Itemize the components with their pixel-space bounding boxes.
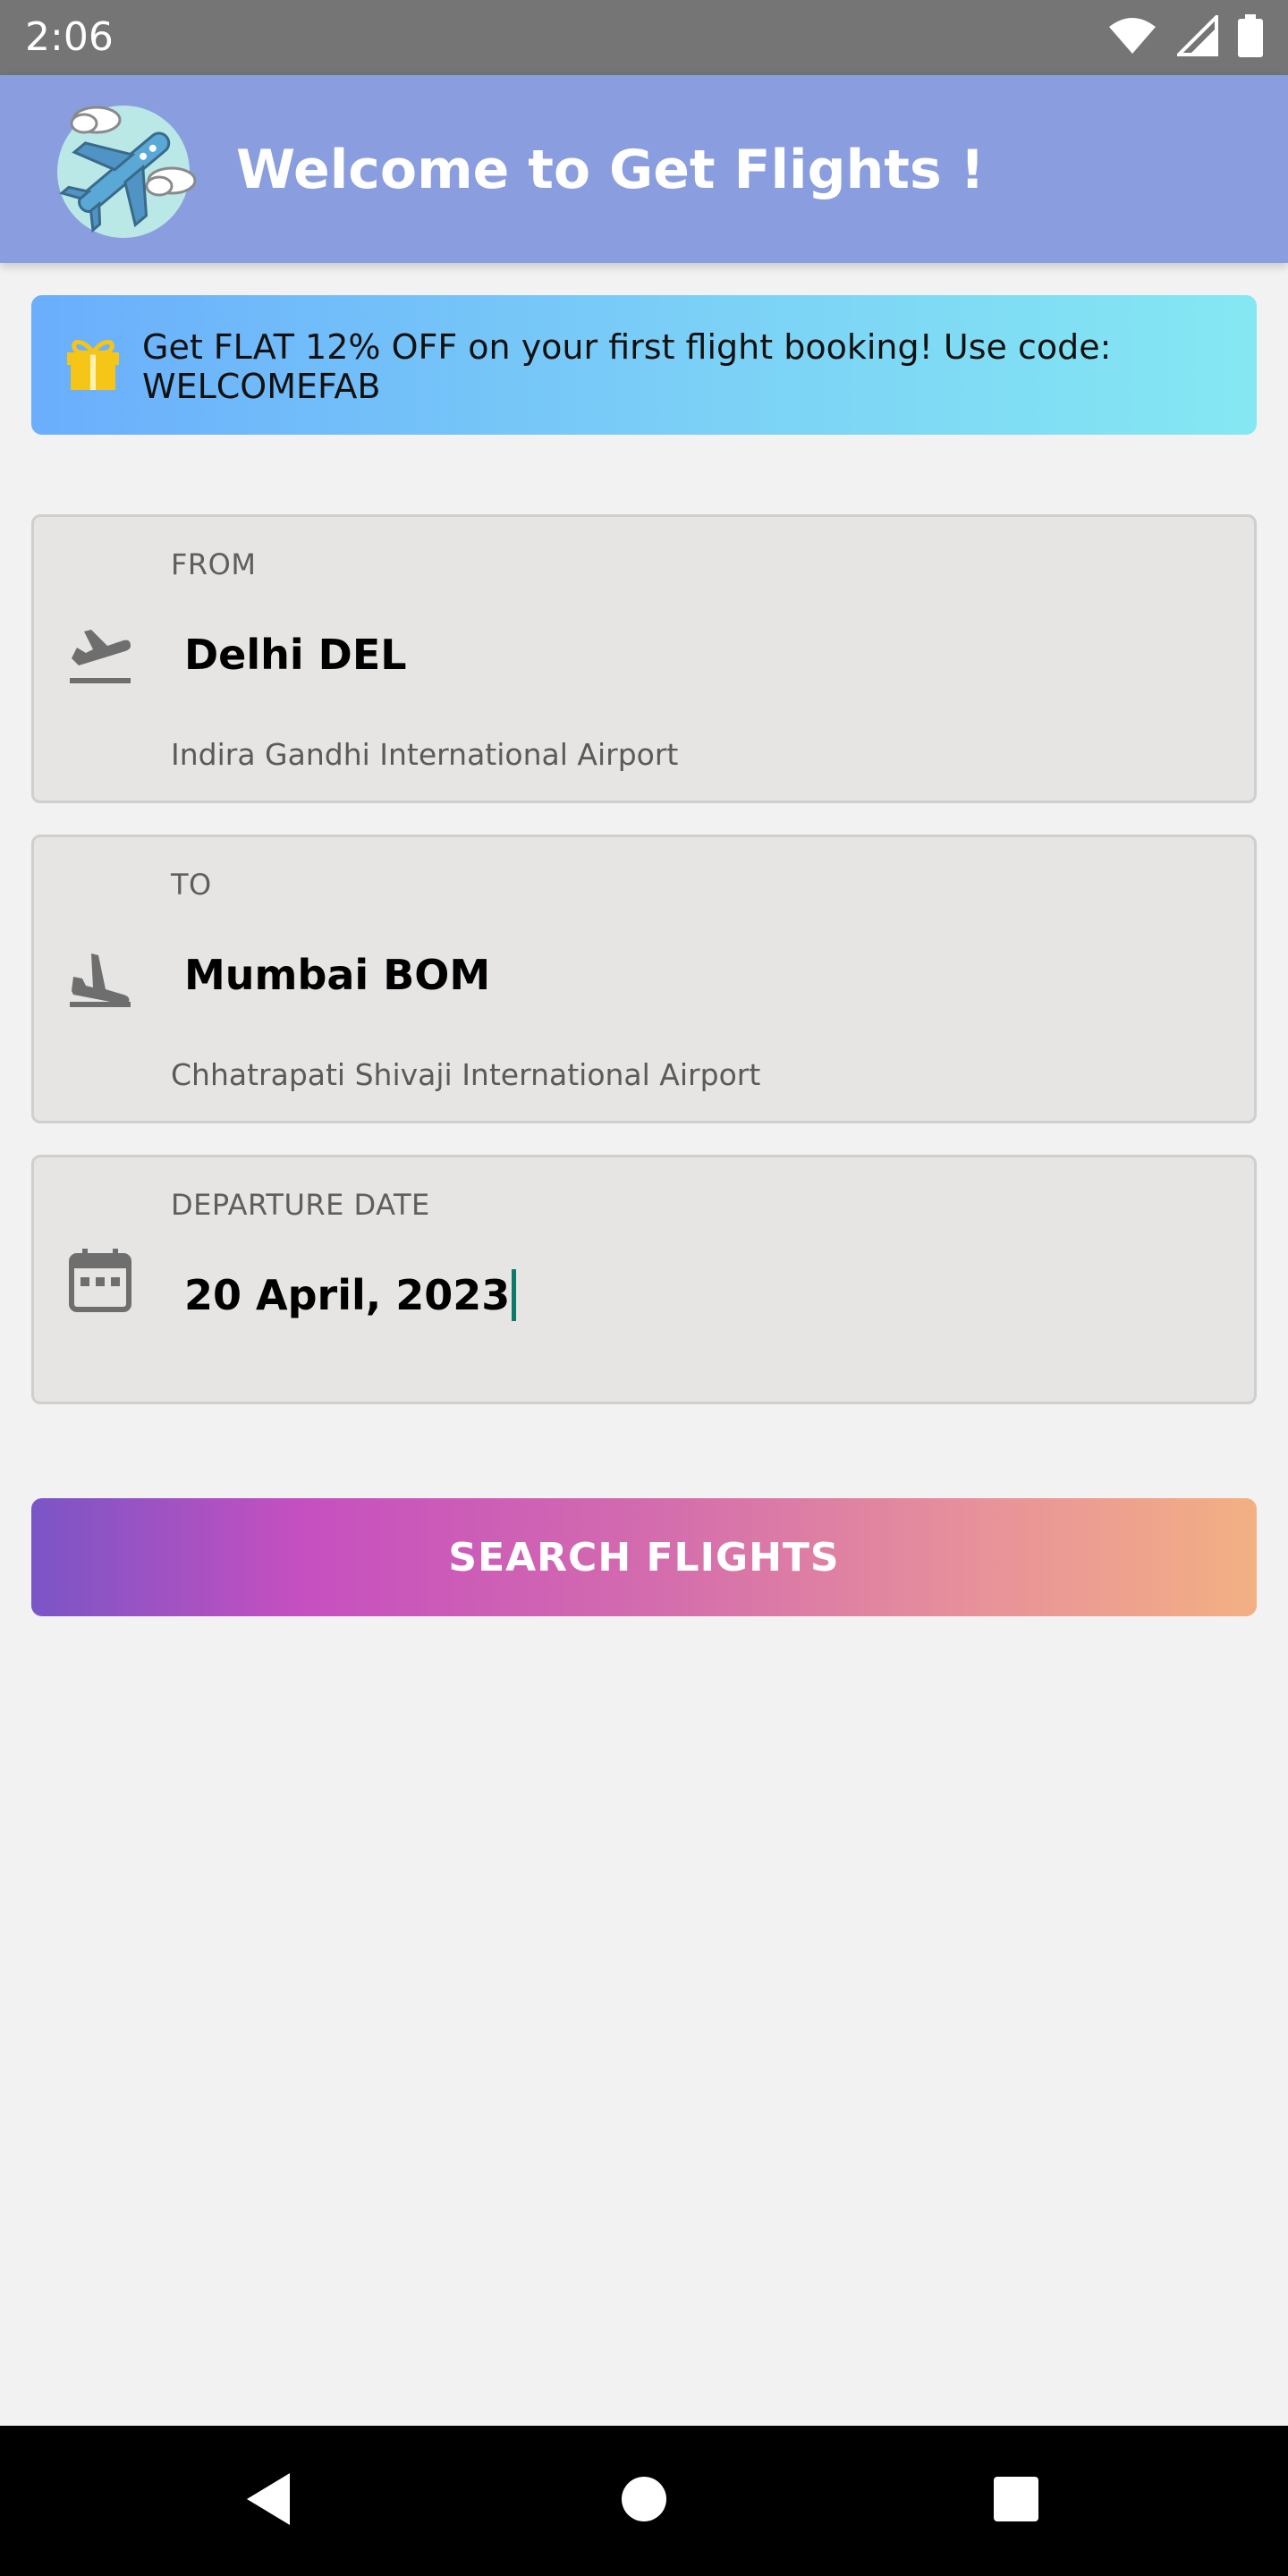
back-icon xyxy=(243,2471,293,2530)
to-airport: Chhatrapati Shivaji International Airpor… xyxy=(171,1057,761,1092)
text-cursor xyxy=(512,1268,517,1321)
app-title: Welcome to Get Flights ! xyxy=(236,139,985,201)
app-bar: Welcome to Get Flights ! xyxy=(0,75,1288,263)
cell-signal-icon xyxy=(1174,13,1218,60)
promo-text: Get FLAT 12% OFF on your first flight bo… xyxy=(142,327,1112,406)
recents-icon xyxy=(992,2475,1040,2527)
departure-label: DEPARTURE DATE xyxy=(171,1188,430,1222)
home-icon xyxy=(620,2475,668,2527)
wifi-icon xyxy=(1107,16,1157,59)
status-time: 2:06 xyxy=(25,14,114,60)
from-value: Delhi DEL xyxy=(184,631,407,679)
search-flights-button[interactable]: SEARCH FLIGHTS xyxy=(31,1498,1257,1616)
search-flights-label: SEARCH FLIGHTS xyxy=(448,1534,840,1580)
back-button[interactable] xyxy=(231,2463,306,2538)
to-field[interactable]: TO Mumbai BOM Chhatrapati Shivaji Intern… xyxy=(31,835,1257,1123)
from-airport: Indira Gandhi International Airport xyxy=(171,737,679,772)
battery-icon xyxy=(1238,14,1263,61)
recents-button[interactable] xyxy=(979,2463,1054,2538)
departure-date-field[interactable]: DEPARTURE DATE 20 April, 2023 xyxy=(31,1155,1257,1404)
airplane-clouds-logo xyxy=(41,93,206,245)
to-value: Mumbai BOM xyxy=(184,951,491,999)
flight-takeoff-icon xyxy=(66,623,134,691)
departure-value: 20 April, 2023 xyxy=(184,1271,511,1319)
navigation-bar xyxy=(0,2426,1288,2576)
departure-value-row[interactable]: 20 April, 2023 xyxy=(184,1268,517,1325)
from-label: FROM xyxy=(171,547,257,581)
calendar-icon xyxy=(66,1247,134,1315)
from-field[interactable]: FROM Delhi DEL Indira Gandhi Internation… xyxy=(31,514,1257,803)
to-label: TO xyxy=(171,868,212,902)
home-button[interactable] xyxy=(606,2463,682,2538)
promo-banner[interactable]: Get FLAT 12% OFF on your first flight bo… xyxy=(31,295,1257,435)
flight-land-icon xyxy=(66,946,134,1014)
gift-icon xyxy=(64,333,123,392)
status-bar: 2:06 xyxy=(0,0,1288,75)
status-icons xyxy=(1107,13,1263,61)
